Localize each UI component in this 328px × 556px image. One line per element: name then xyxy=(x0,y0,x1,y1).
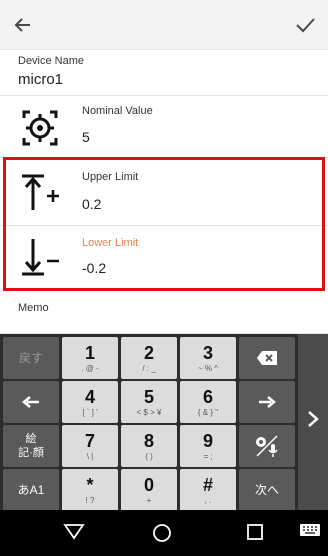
upper-limit-input[interactable]: 0.2 xyxy=(82,196,101,212)
gear-mic-icon xyxy=(239,425,295,467)
input-mode-key[interactable]: あA1 xyxy=(3,469,59,511)
arrow-left-icon xyxy=(3,381,59,423)
key-5[interactable]: 5 < $ > ¥ xyxy=(121,381,177,423)
nominal-value-input[interactable]: 5 xyxy=(82,129,90,145)
backspace-icon xyxy=(239,337,295,379)
nav-back-icon[interactable] xyxy=(62,522,86,544)
target-focus-icon xyxy=(14,102,66,154)
device-name-label: Device Name xyxy=(18,55,85,67)
key-7[interactable]: 7 \ | xyxy=(62,425,118,467)
nav-home-icon[interactable] xyxy=(150,522,174,544)
key-4[interactable]: 4[ ` ] ' xyxy=(62,381,118,423)
system-navigation-bar xyxy=(0,510,328,556)
back-arrow-icon[interactable] xyxy=(8,10,38,40)
check-icon[interactable] xyxy=(290,10,320,40)
lower-limit-field[interactable]: Lower Limit -0.2 xyxy=(0,226,328,290)
upper-limit-icon xyxy=(14,166,66,218)
device-name-field[interactable]: Device Name micro1 xyxy=(0,50,328,96)
keyboard-side-panel[interactable] xyxy=(298,334,328,510)
key-8[interactable]: 8( ) xyxy=(121,425,177,467)
emoji-key[interactable]: 絵 記·顔 xyxy=(3,425,59,467)
key-3[interactable]: 3 ~ % ^ xyxy=(180,337,236,379)
lower-limit-input[interactable]: -0.2 xyxy=(82,260,106,276)
chevron-right-icon xyxy=(306,410,320,433)
memo-field[interactable]: Memo xyxy=(0,292,328,334)
key-2[interactable]: 2/ : _ xyxy=(121,337,177,379)
nav-recent-icon[interactable] xyxy=(243,522,267,544)
undo-key[interactable]: 戻す xyxy=(3,337,59,379)
keyboard-icon[interactable] xyxy=(298,522,322,544)
upper-limit-label: Upper Limit xyxy=(82,171,139,183)
arrow-right-icon xyxy=(239,381,295,423)
app-bar xyxy=(0,0,328,50)
key-6[interactable]: 6{ & } " xyxy=(180,381,236,423)
lower-limit-icon xyxy=(14,231,66,283)
next-key[interactable]: 次へ xyxy=(239,469,295,511)
key-star[interactable]: *! ? xyxy=(62,469,118,511)
lower-limit-label: Lower Limit xyxy=(82,237,139,249)
device-name-value[interactable]: micro1 xyxy=(18,71,63,88)
backspace-key[interactable] xyxy=(239,337,295,379)
cursor-left-key[interactable] xyxy=(3,381,59,423)
nominal-value-label: Nominal Value xyxy=(82,105,153,117)
nominal-value-field[interactable]: Nominal Value 5 xyxy=(0,96,328,158)
cursor-right-key[interactable] xyxy=(239,381,295,423)
key-hash[interactable]: #, . xyxy=(180,469,236,511)
memo-label: Memo xyxy=(18,302,49,314)
key-1[interactable]: 1. @ - xyxy=(62,337,118,379)
key-9[interactable]: 9 = ; xyxy=(180,425,236,467)
numeric-keyboard: 戻す 1. @ - 2/ : _ 3 ~ % ^ 4[ ` ] ' 5 < $ > … xyxy=(0,334,328,511)
settings-voice-key[interactable] xyxy=(239,425,295,467)
upper-limit-field[interactable]: Upper Limit 0.2 xyxy=(0,160,328,226)
key-0[interactable]: 0 + xyxy=(121,469,177,511)
